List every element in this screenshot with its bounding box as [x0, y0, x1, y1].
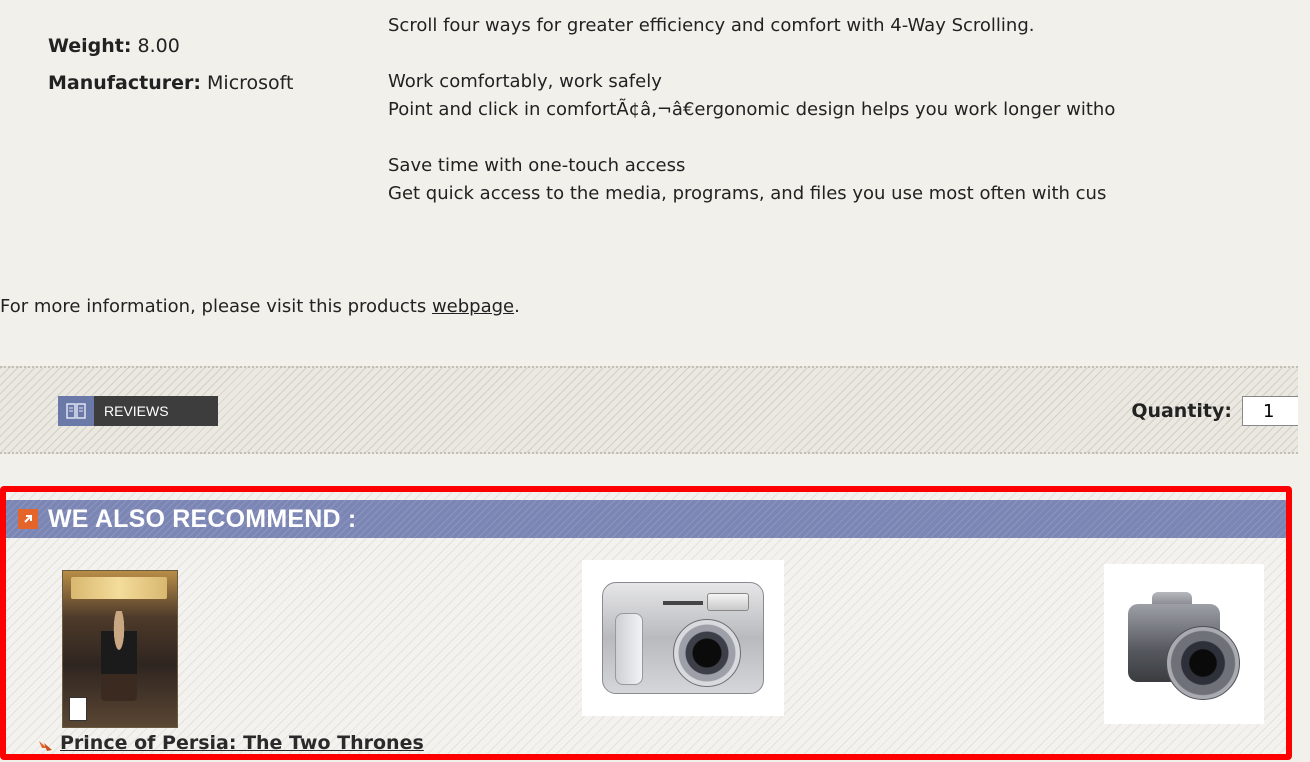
- quantity-label: Quantity:: [1131, 400, 1232, 422]
- manufacturer-label: Manufacturer:: [48, 72, 201, 94]
- game-character: [101, 611, 137, 701]
- weight-label: Weight:: [48, 35, 132, 57]
- camera-body: [602, 582, 764, 694]
- manufacturer-row: Manufacturer: Microsoft: [48, 65, 293, 102]
- more-info-suffix: .: [514, 296, 520, 317]
- arrow-down-right-icon: [38, 736, 54, 751]
- bridge-camera-image[interactable]: [1104, 564, 1264, 724]
- camera-lens: [673, 619, 741, 687]
- quantity-group: Quantity:: [1131, 396, 1298, 426]
- recommend-panel: WE ALSO RECOMMEND : Prince of Persia: Th…: [0, 486, 1292, 760]
- product-action-bar: REVIEWS Quantity:: [0, 366, 1298, 454]
- description-line-5: Get quick access to the media, programs,…: [388, 183, 1107, 204]
- webpage-link[interactable]: webpage: [432, 296, 514, 317]
- more-info-prefix: For more information, please visit this …: [0, 296, 432, 317]
- reviews-button[interactable]: REVIEWS: [58, 396, 218, 426]
- recommend-header: WE ALSO RECOMMEND :: [6, 500, 1286, 538]
- prince-of-persia-image[interactable]: [62, 570, 178, 728]
- quantity-input[interactable]: [1242, 396, 1298, 426]
- weight-row: Weight: 8.00: [48, 28, 293, 65]
- camera-brand-mark: [663, 601, 703, 605]
- manufacturer-value: Microsoft: [207, 72, 294, 94]
- camera-flash: [707, 593, 749, 611]
- game-logo: [71, 577, 167, 599]
- product-description: Scroll four ways for greater efficiency …: [388, 12, 1115, 208]
- book-icon: [58, 396, 94, 426]
- product-link-item: Prince of Persia: The Two Thrones: [38, 732, 424, 754]
- description-line-2: Work comfortably, work safely: [388, 71, 662, 92]
- rating-badge: [69, 697, 87, 721]
- arrow-up-right-icon: [18, 509, 38, 529]
- reviews-label: REVIEWS: [104, 403, 169, 419]
- olympus-camera-image[interactable]: [582, 560, 784, 716]
- description-line-1: Scroll four ways for greater efficiency …: [388, 15, 1035, 36]
- product-page: Weight: 8.00 Manufacturer: Microsoft Scr…: [0, 0, 1310, 762]
- description-line-4: Save time with one-touch access: [388, 155, 686, 176]
- camera-lens: [1166, 626, 1240, 700]
- recommend-title: WE ALSO RECOMMEND :: [48, 504, 357, 533]
- product-specs: Weight: 8.00 Manufacturer: Microsoft: [48, 28, 293, 102]
- more-info-text: For more information, please visit this …: [0, 296, 520, 317]
- description-line-3: Point and click in comfortÃ¢â‚¬â€ergonom…: [388, 99, 1116, 120]
- weight-value: 8.00: [137, 35, 180, 57]
- camera-grip: [615, 613, 643, 685]
- prince-of-persia-link[interactable]: Prince of Persia: The Two Thrones: [60, 732, 424, 754]
